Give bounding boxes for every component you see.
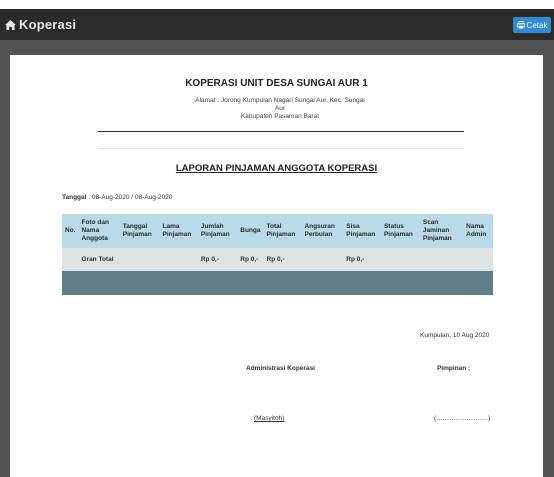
col-header: Total Pinjaman [263,214,302,248]
address-line-1: Alamat : Jorong Kumpulan Nagari Sungai A… [195,97,365,112]
date-range: Tanggal : 08-Aug-2020 / 08-Aug-2020 [62,194,172,201]
col-header: Lama Pinjaman [159,214,198,248]
header-divider [98,131,464,132]
date-label: Tanggal [62,194,87,201]
top-strip [0,0,554,9]
date-range-value: : 08-Aug-2020 / 08-Aug-2020 [86,194,173,201]
signature-place-date: Kumpulan, 10 Aug 2020 [420,332,490,339]
address-line-2: Kabupaten Pasaman Barat [240,113,320,120]
print-button[interactable]: Cetak [513,17,551,33]
admin-name: (Masyitoh) [254,415,285,422]
org-title: KOPERASI UNIT DESA SUNGAI AUR 1 [185,78,368,89]
col-header: Angsuran Perbulan [301,214,344,248]
print-preview-area[interactable]: KOPERASI UNIT DESA SUNGAI AUR 1 Alamat :… [0,40,554,477]
loan-report-table: No. Foto dan Nama Anggota Tanggal Pinjam… [62,214,493,295]
col-header: Sisa Pinjaman [343,214,381,248]
table-cell: Gran Total [78,248,120,271]
col-header: Jumlah Pinjaman [197,214,238,248]
table-cell: Rp 0,- [263,248,302,271]
col-header: Scan Jaminan Pinjaman [419,214,464,248]
app-brand[interactable]: Koperasi [5,17,76,32]
home-icon [5,19,16,30]
org-address: Alamat : Jorong Kumpulan Nagari Sungai A… [190,97,370,121]
report-page: KOPERASI UNIT DESA SUNGAI AUR 1 Alamat :… [10,55,543,477]
report-title: LAPORAN PINJAMAN ANGGOTA KOPERASI [175,163,378,174]
table-cell: Rp 0,- [237,248,264,271]
leader-signature-blank: (……………………) [434,415,491,422]
print-icon [516,21,525,29]
table-cell [119,248,160,271]
table-cell [380,248,420,271]
table-cell: Rp 0,- [197,248,238,271]
table-cell [463,248,493,271]
col-header: Nama Admin [463,214,493,248]
col-header: Foto dan Nama Anggota [78,214,120,248]
col-header: Status Pinjaman [380,214,420,248]
col-header: Bunga [237,214,264,248]
table-footer-band [62,271,493,295]
leader-title: Pimpinan : [437,365,471,372]
app-header: Koperasi Cetak [0,9,554,40]
table-cell [419,248,464,271]
col-header: No. [62,214,79,248]
print-label: Cetak [526,20,548,30]
table-cell [159,248,198,271]
header-divider-light [98,148,464,149]
table-cell: Rp 0,- [343,248,381,271]
app-title: Koperasi [19,17,77,32]
grand-total-row: Gran Total Rp 0,- Rp 0,- Rp 0,- Rp 0,- [62,248,493,271]
table-cell [301,248,344,271]
footer-band-cell [62,271,493,295]
table-header-row: No. Foto dan Nama Anggota Tanggal Pinjam… [62,214,493,248]
table-cell [62,248,79,271]
admin-title: Administrasi Koperasi [246,365,315,372]
col-header: Tanggal Pinjaman [119,214,160,248]
